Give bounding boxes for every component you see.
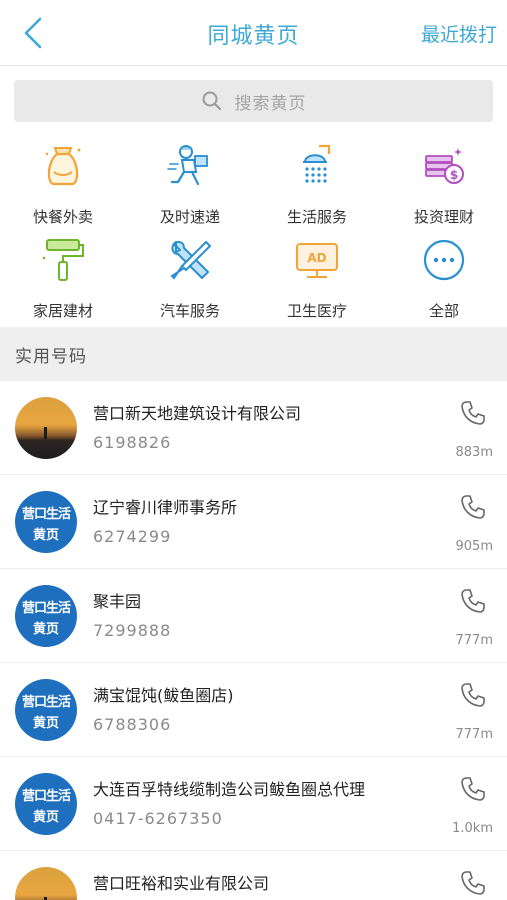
category-medical[interactable]: AD 卫生医疗 [254,236,380,322]
category-investment[interactable]: $ 投资理财 [381,142,507,228]
avatar-text: 营口生活 [21,789,71,804]
list-item[interactable]: 营口新天地建筑设计有限公司 6198826 883m [0,381,507,475]
category-label: 家居建材 [32,302,93,320]
list-item[interactable]: 营口旺裕和实业有限公司 [0,851,507,900]
ad-monitor-icon: AD [296,243,338,278]
wrench-screwdriver-icon [170,240,212,280]
category-label: 及时速递 [159,208,220,226]
listing-phone: 6788306 [93,715,172,734]
section-title: 实用号码 [15,347,87,367]
listing-name: 营口旺裕和实业有限公司 [93,874,270,893]
takeout-bag-icon [45,147,81,186]
section-header: 实用号码 [0,327,507,381]
list-item[interactable]: 营口生活 黄页 辽宁睿川律师事务所 6274299 905m [0,475,507,569]
category-life-service[interactable]: 生活服务 [254,142,380,228]
phone-icon[interactable] [459,869,487,897]
avatar-text: 营口生活 [21,695,71,710]
avatar [15,397,77,459]
list-item[interactable]: 营口生活 黄页 聚丰园 7299888 777m [0,569,507,663]
avatar: 营口生活 黄页 [15,679,77,741]
search-icon [202,91,221,110]
avatar: 营口生活 黄页 [15,585,77,647]
listing-phone: 7299888 [93,621,172,640]
listing-phone: 6274299 [93,527,172,546]
listing-name: 聚丰园 [93,592,142,611]
avatar-text: 黄页 [32,716,59,731]
money-stack-icon: $ [425,148,464,184]
search-bar[interactable]: 搜索黄页 [14,80,493,122]
category-label: 汽车服务 [159,302,220,320]
courier-icon [167,145,208,186]
distance-label: 1.0km [452,821,493,836]
phone-icon[interactable] [459,681,487,709]
avatar: 营口生活 黄页 [15,773,77,835]
category-label: 卫生医疗 [286,302,347,320]
avatar-text: 黄页 [32,810,59,825]
distance-label: 905m [455,539,493,554]
avatar-text: 营口生活 [21,601,71,616]
avatar-text: 黄页 [32,528,59,543]
category-label: 生活服务 [286,208,347,226]
search-placeholder: 搜索黄页 [234,93,307,114]
shower-icon [303,144,331,183]
category-courier[interactable]: 及时速递 [127,142,253,228]
listing-name: 营口新天地建筑设计有限公司 [93,404,302,423]
distance-label: 777m [455,633,493,648]
category-car-service[interactable]: 汽车服务 [127,236,253,322]
more-icon [423,239,465,281]
phone-icon[interactable] [459,775,487,803]
avatar: 营口生活 黄页 [15,491,77,553]
avatar-text: 黄页 [32,622,59,637]
svg-text:$: $ [450,168,458,182]
header: 同城黄页 最近拨打 [0,0,507,66]
paint-roller-icon [42,239,84,281]
listing-phone: 0417-6267350 [93,809,223,828]
recent-calls-button[interactable]: 最近拨打 [421,20,497,47]
list-item[interactable]: 营口生活 黄页 满宝馄饨(鲅鱼圈店) 6788306 777m [0,663,507,757]
distance-label: 777m [455,727,493,742]
phone-icon[interactable] [459,493,487,521]
phone-icon[interactable] [459,399,487,427]
listing-phone: 6198826 [93,433,172,452]
distance-label: 883m [455,445,493,460]
avatar-text: 营口生活 [21,507,71,522]
category-label: 投资理财 [413,208,474,226]
category-all[interactable]: 全部 [381,236,507,322]
avatar [15,867,77,900]
category-label: 快餐外卖 [32,208,93,226]
category-takeout[interactable]: 快餐外卖 [0,142,126,228]
listing-name: 辽宁睿川律师事务所 [93,498,238,517]
phone-icon[interactable] [459,587,487,615]
list-item[interactable]: 营口生活 黄页 大连百孚特线缆制造公司鲅鱼圈总代理 0417-6267350 1… [0,757,507,851]
category-home-building[interactable]: 家居建材 [0,236,126,322]
category-label: 全部 [428,302,459,320]
listing-name: 大连百孚特线缆制造公司鲅鱼圈总代理 [93,780,366,799]
listing-name: 满宝馄饨(鲅鱼圈店) [93,686,234,705]
svg-text:AD: AD [307,251,326,265]
